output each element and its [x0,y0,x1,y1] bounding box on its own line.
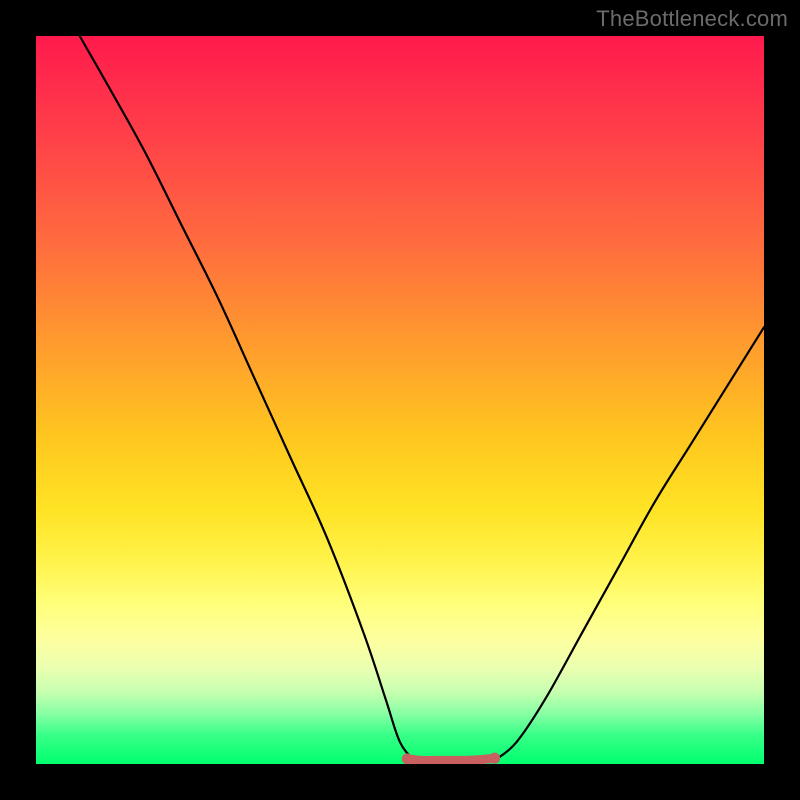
chart-frame: TheBottleneck.com [0,0,800,800]
flat-end-marker [402,753,413,764]
right-curve [495,327,764,760]
curve-layer [36,36,764,764]
watermark-label: TheBottleneck.com [596,6,788,32]
bottom-flat-segment [407,758,494,760]
left-curve [80,36,415,760]
flat-end-marker [489,753,500,764]
plot-area [36,36,764,764]
